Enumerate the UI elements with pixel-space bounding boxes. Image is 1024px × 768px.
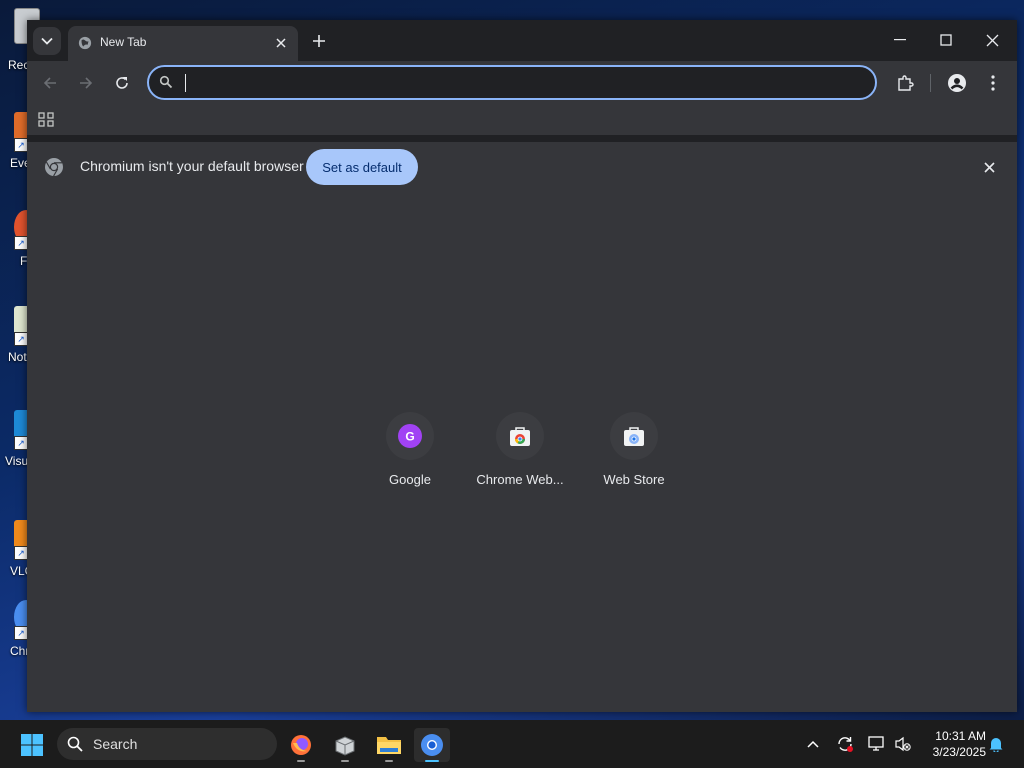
shortcut-tile-web-store[interactable]: Web Store — [578, 408, 690, 498]
taskbar-search[interactable]: Search — [57, 728, 277, 760]
shortcut-arrow-icon: ↗ — [14, 436, 28, 450]
chevron-up-icon — [807, 740, 819, 748]
close-icon — [276, 38, 286, 48]
default-browser-infobar: Chromium isn't your default browser Set … — [27, 142, 1017, 192]
back-button[interactable] — [36, 69, 64, 97]
apps-grid-icon[interactable] — [37, 111, 57, 129]
clock-date: 3/23/2025 — [932, 745, 986, 759]
webstore-icon — [624, 427, 644, 446]
profile-button[interactable] — [943, 69, 971, 97]
google-letter-avatar-icon: G — [398, 424, 422, 448]
taskbar-app-box[interactable] — [327, 728, 363, 762]
menu-button[interactable] — [979, 69, 1007, 97]
extensions-button[interactable] — [891, 69, 919, 97]
firefox-icon — [291, 735, 311, 755]
minimize-button[interactable] — [877, 20, 923, 60]
tab-close-button[interactable] — [272, 34, 290, 52]
sync-tray-icon[interactable] — [835, 734, 855, 754]
profile-icon — [948, 74, 966, 92]
bookmarks-bar — [27, 105, 1017, 135]
clock-time: 10:31 AM — [935, 729, 986, 743]
shortcut-label: Google — [389, 472, 431, 487]
minimize-icon — [894, 39, 906, 41]
shortcut-arrow-icon: ↗ — [14, 236, 28, 250]
desktop-icon-label: Not — [8, 350, 27, 364]
volume-muted-icon — [895, 736, 911, 752]
running-indicator — [297, 760, 305, 762]
browser-window: New Tab Chromium isn't your default brow… — [27, 20, 1017, 712]
show-hidden-icons-button[interactable] — [803, 734, 823, 754]
maximize-button[interactable] — [923, 20, 969, 60]
shortcut-icon-container — [496, 412, 544, 460]
notifications-button[interactable] — [986, 734, 1006, 754]
chevron-down-icon — [41, 37, 53, 45]
search-icon — [67, 736, 83, 752]
tab-new-tab[interactable]: New Tab — [68, 26, 298, 61]
globe-icon — [78, 36, 92, 50]
text-cursor — [185, 74, 186, 92]
reload-icon — [116, 77, 128, 89]
shortcut-icon-container: G — [386, 412, 434, 460]
more-vert-icon — [991, 75, 995, 91]
toolbar — [27, 61, 1017, 105]
shortcut-avatar-letter: G — [405, 430, 414, 444]
start-button[interactable] — [14, 728, 50, 762]
shortcut-arrow-icon: ↗ — [14, 626, 28, 640]
shortcut-arrow-icon: ↗ — [14, 546, 28, 560]
shortcut-icon-container — [610, 412, 658, 460]
shortcut-arrow-icon: ↗ — [14, 138, 28, 152]
search-icon — [159, 75, 173, 89]
chromium-logo-icon — [45, 158, 63, 177]
taskbar-chromium[interactable] — [414, 728, 450, 762]
toolbar-separator — [930, 74, 931, 92]
active-indicator — [425, 760, 439, 762]
tab-strip: New Tab — [27, 20, 1017, 61]
desktop-icon-label: Visu — [5, 454, 29, 468]
close-icon — [983, 161, 995, 173]
taskbar-firefox[interactable] — [283, 728, 319, 762]
arrow-right-icon — [80, 77, 93, 89]
package-icon — [335, 736, 355, 756]
taskbar: Search 10:31 AM 3/23/2025 — [0, 720, 1024, 768]
infobar-close-button[interactable] — [979, 157, 999, 177]
taskbar-file-explorer[interactable] — [371, 728, 407, 762]
puzzle-icon — [898, 75, 914, 91]
volume-tray-icon[interactable] — [893, 734, 913, 754]
set-as-default-button[interactable]: Set as default — [306, 149, 418, 185]
system-clock[interactable]: 10:31 AM 3/23/2025 — [918, 728, 986, 760]
infobar-message: Chromium isn't your default browser — [80, 158, 304, 174]
network-icon — [868, 736, 884, 751]
shortcut-tile-google[interactable]: G Google — [354, 408, 466, 498]
windows-logo-icon — [21, 734, 43, 756]
bell-icon — [989, 738, 1003, 752]
shortcut-label: Chrome Web... — [476, 472, 564, 487]
forward-button[interactable] — [72, 69, 100, 97]
taskbar-search-label: Search — [93, 736, 138, 752]
running-indicator — [341, 760, 349, 762]
new-tab-page: G Google Chrome Web... Web Store — [27, 192, 1017, 712]
reload-button[interactable] — [108, 69, 136, 97]
address-bar[interactable] — [147, 65, 877, 100]
network-tray-icon[interactable] — [867, 734, 887, 754]
tab-search-button[interactable] — [33, 27, 61, 55]
new-tab-button[interactable] — [308, 30, 330, 52]
webstore-icon — [510, 427, 530, 446]
address-input[interactable] — [185, 73, 849, 95]
plus-icon — [313, 35, 325, 47]
close-icon — [986, 34, 998, 46]
maximize-icon — [940, 34, 952, 46]
sync-icon — [838, 737, 853, 752]
running-indicator — [385, 760, 393, 762]
folder-icon — [377, 737, 401, 754]
chromium-icon — [421, 734, 443, 756]
shortcut-label: Web Store — [603, 472, 665, 487]
arrow-left-icon — [43, 77, 56, 89]
tab-title: New Tab — [100, 35, 147, 49]
window-close-button[interactable] — [969, 20, 1015, 60]
shortcut-arrow-icon: ↗ — [14, 332, 28, 346]
shortcut-tile-chrome-web-store[interactable]: Chrome Web... — [464, 408, 576, 498]
